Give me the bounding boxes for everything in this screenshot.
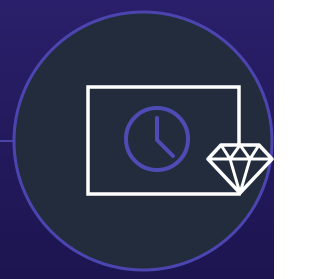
badge-circle: [12, 10, 274, 272]
badge-illustration: [12, 10, 274, 272]
icon-badge-panel: [0, 0, 274, 279]
